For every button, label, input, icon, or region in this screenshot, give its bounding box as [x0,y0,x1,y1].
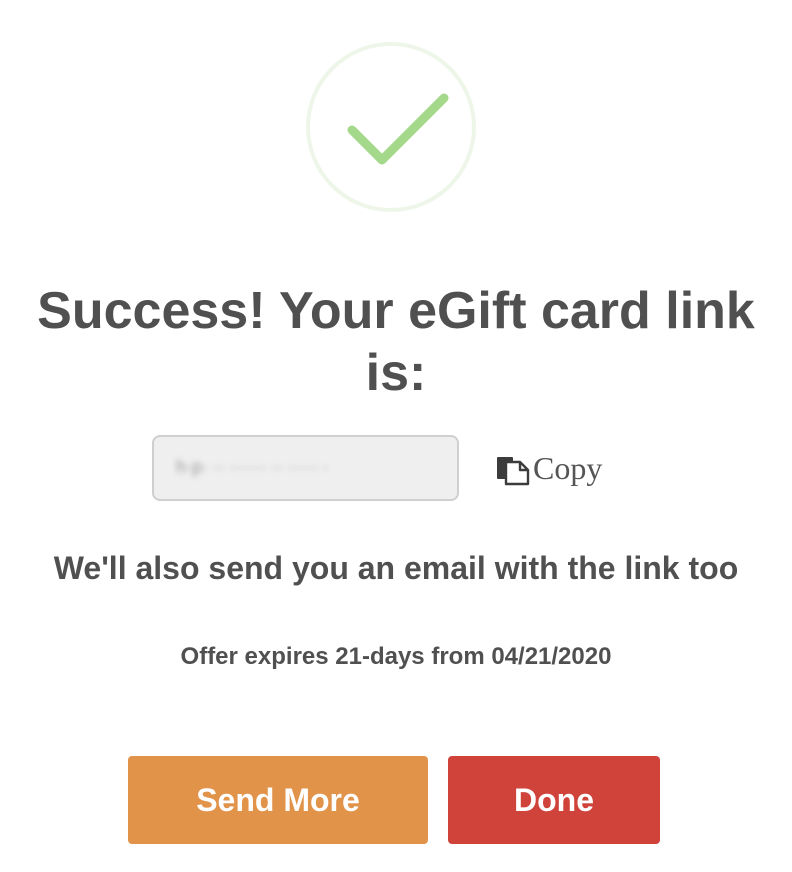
copy-label: Copy [533,449,603,486]
email-note: We'll also send you an email with the li… [53,550,739,586]
copy-button[interactable]: Copy [495,448,602,488]
copy-icon [497,457,530,486]
page-title: Success! Your eGift card link is: [37,282,755,402]
send-more-button[interactable]: Send More [128,756,428,844]
done-button[interactable]: Done [448,756,660,844]
offer-expiry-text: Offer expires 21-days from 04/21/2020 [180,643,612,670]
egift-link-field[interactable]: h·p· ·· ······ ·· ····· · [152,435,459,501]
egift-link-value: h·p· ·· ······ ·· ····· · [176,457,329,477]
success-circle [306,42,476,212]
checkmark-icon [347,93,449,165]
